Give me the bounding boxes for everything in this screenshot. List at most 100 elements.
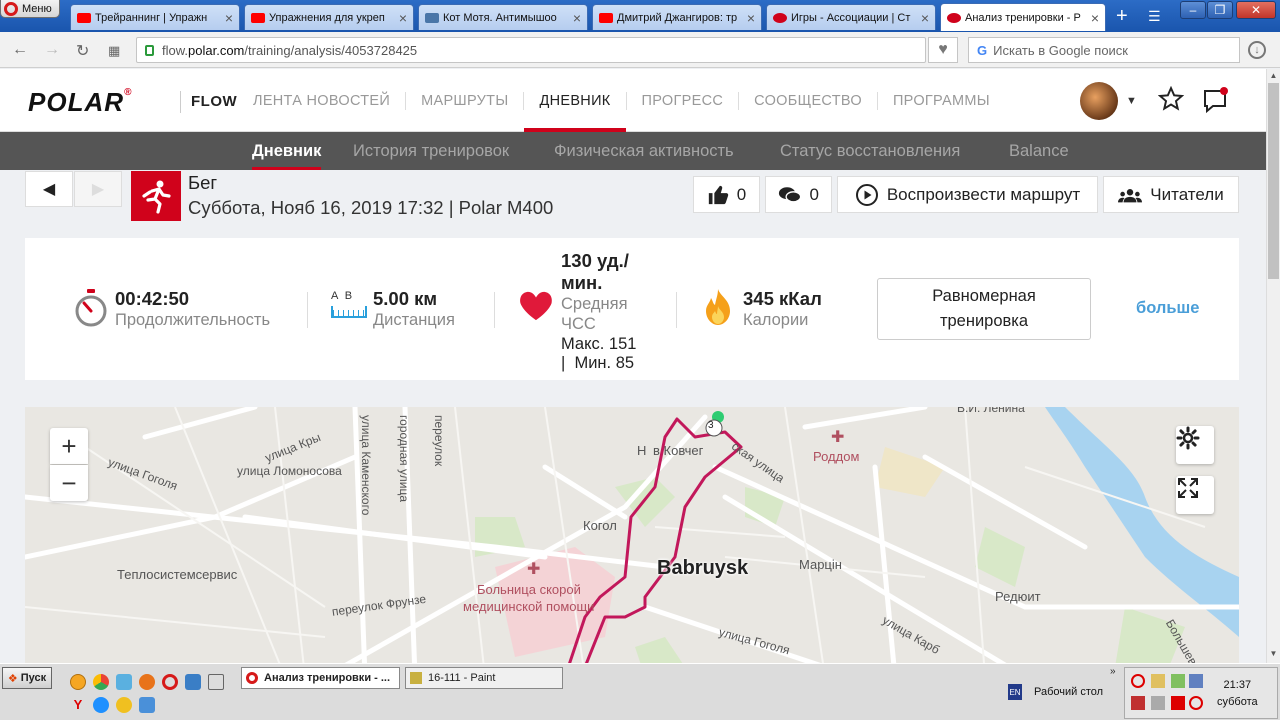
polar-logo[interactable]: POLAR® bbox=[28, 87, 132, 118]
media-player-icon[interactable] bbox=[116, 697, 132, 713]
nav-item-routes[interactable]: МАРШРУТЫ bbox=[406, 69, 523, 132]
heart-rate-metric: 130 уд./мин. Средняя ЧСС Макс. 151 | Мин… bbox=[519, 250, 649, 372]
notification-icon[interactable] bbox=[1202, 86, 1230, 114]
scroll-up-icon[interactable]: ▲ bbox=[1267, 71, 1280, 80]
maximize-icon[interactable]: ❐ bbox=[1207, 1, 1233, 19]
forward-icon[interactable]: → bbox=[44, 41, 60, 59]
distance-ab-label: A B bbox=[331, 290, 355, 302]
tray-icon[interactable] bbox=[1171, 696, 1185, 710]
chevron-right-icon[interactable]: » bbox=[1110, 666, 1116, 677]
tab-title: Трейраннинг | Упражн bbox=[95, 11, 208, 24]
download-icon[interactable]: ↓ bbox=[1248, 41, 1266, 59]
taskbar-task-paint[interactable]: 16-111 - Paint bbox=[405, 667, 563, 689]
nav-item-feed[interactable]: ЛЕНТА НОВОСТЕЙ bbox=[253, 69, 405, 132]
zoom-in-button[interactable]: + bbox=[50, 428, 88, 464]
map-label: Редюит bbox=[995, 589, 1041, 604]
desktop-toolbar-label[interactable]: Рабочий стол bbox=[1034, 686, 1103, 698]
vk-icon bbox=[425, 12, 439, 23]
chrome-icon[interactable] bbox=[93, 674, 109, 690]
opera-icon[interactable] bbox=[162, 674, 178, 690]
tab-close-icon[interactable]: × bbox=[1091, 10, 1099, 26]
tray-icon[interactable] bbox=[1131, 674, 1145, 688]
address-bar-row: ← → ↻ ▦ flow. polar.com/training/analysis… bbox=[0, 32, 1280, 68]
like-button[interactable]: 0 bbox=[693, 176, 760, 213]
chevron-left-icon: ◀ bbox=[42, 181, 56, 198]
scrollbar-thumb[interactable] bbox=[1268, 83, 1279, 279]
calculator-icon[interactable] bbox=[208, 674, 224, 690]
browser-tab[interactable]: Трейраннинг | Упражн × bbox=[70, 4, 240, 30]
route-map[interactable]: 3 В.И. Ленина улица Кры улица Каменского… bbox=[25, 407, 1239, 663]
chevron-down-icon[interactable]: ▼ bbox=[1126, 95, 1137, 107]
star-icon[interactable] bbox=[1158, 86, 1184, 112]
minimize-icon[interactable]: – bbox=[1180, 1, 1206, 19]
tab-close-icon[interactable]: × bbox=[225, 10, 233, 26]
readers-button[interactable]: Читатели bbox=[1103, 176, 1239, 213]
training-benefit-button[interactable]: Равномерная тренировка bbox=[877, 278, 1091, 340]
browser-tab[interactable]: Игры - Ассоциации | Ст × bbox=[766, 4, 936, 30]
browser-tab[interactable]: Кот Мотя. Антимышоо × bbox=[418, 4, 588, 30]
avatar[interactable] bbox=[1080, 82, 1118, 120]
nav-item-community[interactable]: СООБЩЕСТВО bbox=[739, 69, 877, 132]
comment-button[interactable]: 0 bbox=[765, 176, 832, 213]
subnav-diary[interactable]: Дневник bbox=[252, 132, 322, 170]
speed-dial-icon[interactable]: ▦ bbox=[108, 43, 120, 59]
map-fullscreen-button[interactable] bbox=[1176, 476, 1214, 514]
browser-tab[interactable]: Дмитрий Джангиров: тр × bbox=[592, 4, 762, 30]
language-indicator[interactable]: EN bbox=[1008, 684, 1022, 700]
fullscreen-icon bbox=[1178, 478, 1198, 498]
tray-icon[interactable] bbox=[1151, 696, 1165, 710]
reload-icon[interactable]: ↻ bbox=[76, 41, 89, 61]
lap-marker-label: 3 bbox=[708, 420, 714, 431]
search-field[interactable]: G Искать в Google поиск bbox=[968, 37, 1240, 63]
window-close-icon[interactable]: ✕ bbox=[1236, 1, 1276, 19]
tray-icon[interactable] bbox=[1189, 696, 1203, 710]
map-label: Когол bbox=[583, 518, 617, 533]
subnav-training-history[interactable]: История тренировок bbox=[353, 132, 509, 170]
polar-favicon-icon bbox=[947, 12, 961, 23]
avast-icon[interactable] bbox=[70, 674, 86, 690]
browser-tab[interactable]: Упражнения для укреп × bbox=[244, 4, 414, 30]
back-icon[interactable]: ← bbox=[12, 41, 28, 59]
nav-item-progress[interactable]: ПРОГРЕСС bbox=[627, 69, 739, 132]
system-clock[interactable]: 21:37 суббота bbox=[1217, 677, 1258, 711]
map-settings-button[interactable] bbox=[1176, 426, 1214, 464]
tray-icon[interactable] bbox=[1151, 674, 1165, 688]
polar-favicon-icon bbox=[773, 12, 787, 23]
new-tab-icon[interactable]: + bbox=[1116, 6, 1128, 26]
browser-menu-button[interactable]: Меню bbox=[0, 0, 60, 18]
nav-item-diary[interactable]: ДНЕВНИК bbox=[524, 69, 626, 132]
start-button[interactable]: ❖ Пуск bbox=[2, 667, 52, 689]
metric-divider bbox=[676, 292, 677, 328]
tab-close-icon[interactable]: × bbox=[747, 10, 755, 26]
ie-icon[interactable] bbox=[93, 697, 109, 713]
page-scrollbar[interactable]: ▲ ▼ bbox=[1266, 69, 1280, 663]
tab-menu-icon[interactable]: ☰ bbox=[1148, 6, 1161, 26]
tray-icon[interactable] bbox=[1171, 674, 1185, 688]
tab-close-icon[interactable]: × bbox=[399, 10, 407, 26]
home-icon[interactable] bbox=[116, 674, 132, 690]
subnav-balance[interactable]: Balance bbox=[1009, 132, 1069, 170]
tab-close-icon[interactable]: × bbox=[573, 10, 581, 26]
nav-item-programs[interactable]: ПРОГРАММЫ bbox=[878, 69, 1005, 132]
tray-icon[interactable] bbox=[1189, 674, 1203, 688]
chevron-right-icon: ▶ bbox=[91, 181, 105, 198]
yandex-icon[interactable]: Y bbox=[70, 697, 86, 713]
app-icon[interactable] bbox=[139, 697, 155, 713]
runner-icon bbox=[142, 180, 171, 214]
more-link[interactable]: больше bbox=[1136, 299, 1199, 318]
taskbar-task-opera[interactable]: Анализ тренировки - ... bbox=[241, 667, 400, 689]
subnav-recovery-status[interactable]: Статус восстановления bbox=[780, 132, 960, 170]
bookmark-heart-icon[interactable]: ♥ bbox=[928, 37, 958, 63]
tab-close-icon[interactable]: × bbox=[921, 10, 929, 26]
subnav-activity[interactable]: Физическая активность bbox=[554, 132, 734, 170]
browser-tab-active[interactable]: Анализ тренировки - Р × bbox=[940, 3, 1106, 31]
scroll-down-icon[interactable]: ▼ bbox=[1267, 649, 1280, 658]
next-session-button[interactable]: ▶ bbox=[74, 171, 122, 207]
zoom-out-button[interactable]: − bbox=[50, 465, 88, 501]
previous-session-button[interactable]: ◀ bbox=[25, 171, 73, 207]
desktop-icon[interactable] bbox=[185, 674, 201, 690]
firefox-icon[interactable] bbox=[139, 674, 155, 690]
url-field[interactable]: flow. polar.com/training/analysis/4053728… bbox=[136, 37, 926, 63]
tray-icon[interactable] bbox=[1131, 696, 1145, 710]
replay-route-button[interactable]: Воспроизвести маршрут bbox=[837, 176, 1098, 213]
